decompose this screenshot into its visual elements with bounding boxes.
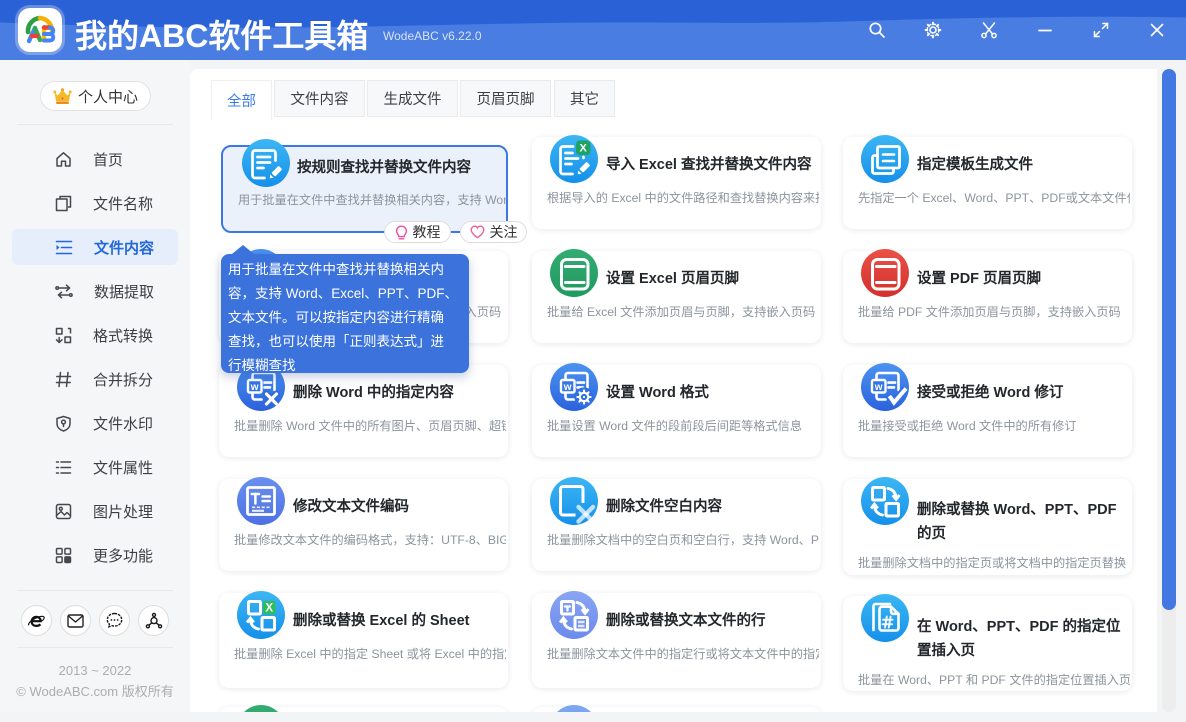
svg-text:w: w	[874, 382, 883, 393]
svg-text:X: X	[265, 602, 273, 614]
svg-text:w: w	[250, 382, 259, 393]
svg-text:X: X	[580, 143, 588, 155]
svg-text:w: w	[563, 382, 572, 393]
